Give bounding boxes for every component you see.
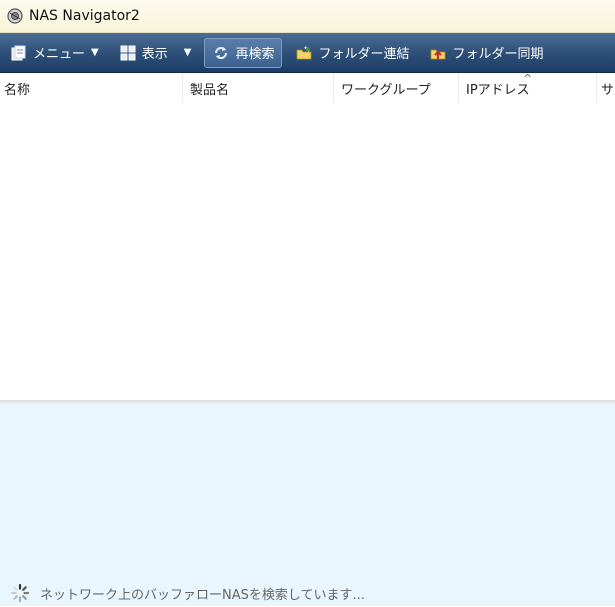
toolbar: メニュー ▼ 表示 ▼ 再検索 フォルダー連結 フォルダー同期 [0,33,615,73]
sort-ascending-icon: ^ [523,72,533,85]
view-icon [119,44,137,62]
column-header-workgroup[interactable]: ワークグループ [334,73,459,103]
view-button[interactable]: 表示 ▼ [112,38,199,68]
view-button-label: 表示 [141,47,168,62]
spinner-icon [10,583,30,603]
details-panel [0,404,615,606]
column-header-ip-address[interactable]: IPアドレス ^ [459,72,597,103]
menu-button-label: メニュー [33,47,86,62]
folder-link-button[interactable]: フォルダー連結 [288,38,416,68]
folder-sync-button-label: フォルダー同期 [452,47,544,62]
status-text: ネットワーク上のバッファローNASを検索しています... [40,587,365,603]
refresh-icon [212,44,230,62]
rescan-button-label: 再検索 [235,47,275,62]
menu-icon [10,44,28,62]
status-bar: ネットワーク上のバッファローNASを検索しています... [10,581,365,605]
window-title: NAS Navigator2 [29,8,140,24]
folder-sync-icon [429,44,447,62]
menu-button[interactable]: メニュー ▼ [3,38,106,68]
window-titlebar: NAS Navigator2 [0,0,615,33]
device-list-header: 名称 製品名 ワークグループ IPアドレス ^ サ [0,72,615,104]
column-header-name[interactable]: 名称 [0,73,183,103]
folder-sync-button[interactable]: フォルダー同期 [422,38,550,68]
app-icon [7,8,23,24]
folder-link-icon [295,44,313,62]
column-header-product[interactable]: 製品名 [183,73,334,103]
column-header-server[interactable]: サ [597,73,615,103]
device-list[interactable] [0,103,615,400]
chevron-down-icon[interactable]: ▼ [91,47,99,58]
chevron-down-icon[interactable]: ▼ [184,47,192,58]
rescan-button[interactable]: 再検索 [204,37,283,68]
folder-link-button-label: フォルダー連結 [318,47,410,62]
